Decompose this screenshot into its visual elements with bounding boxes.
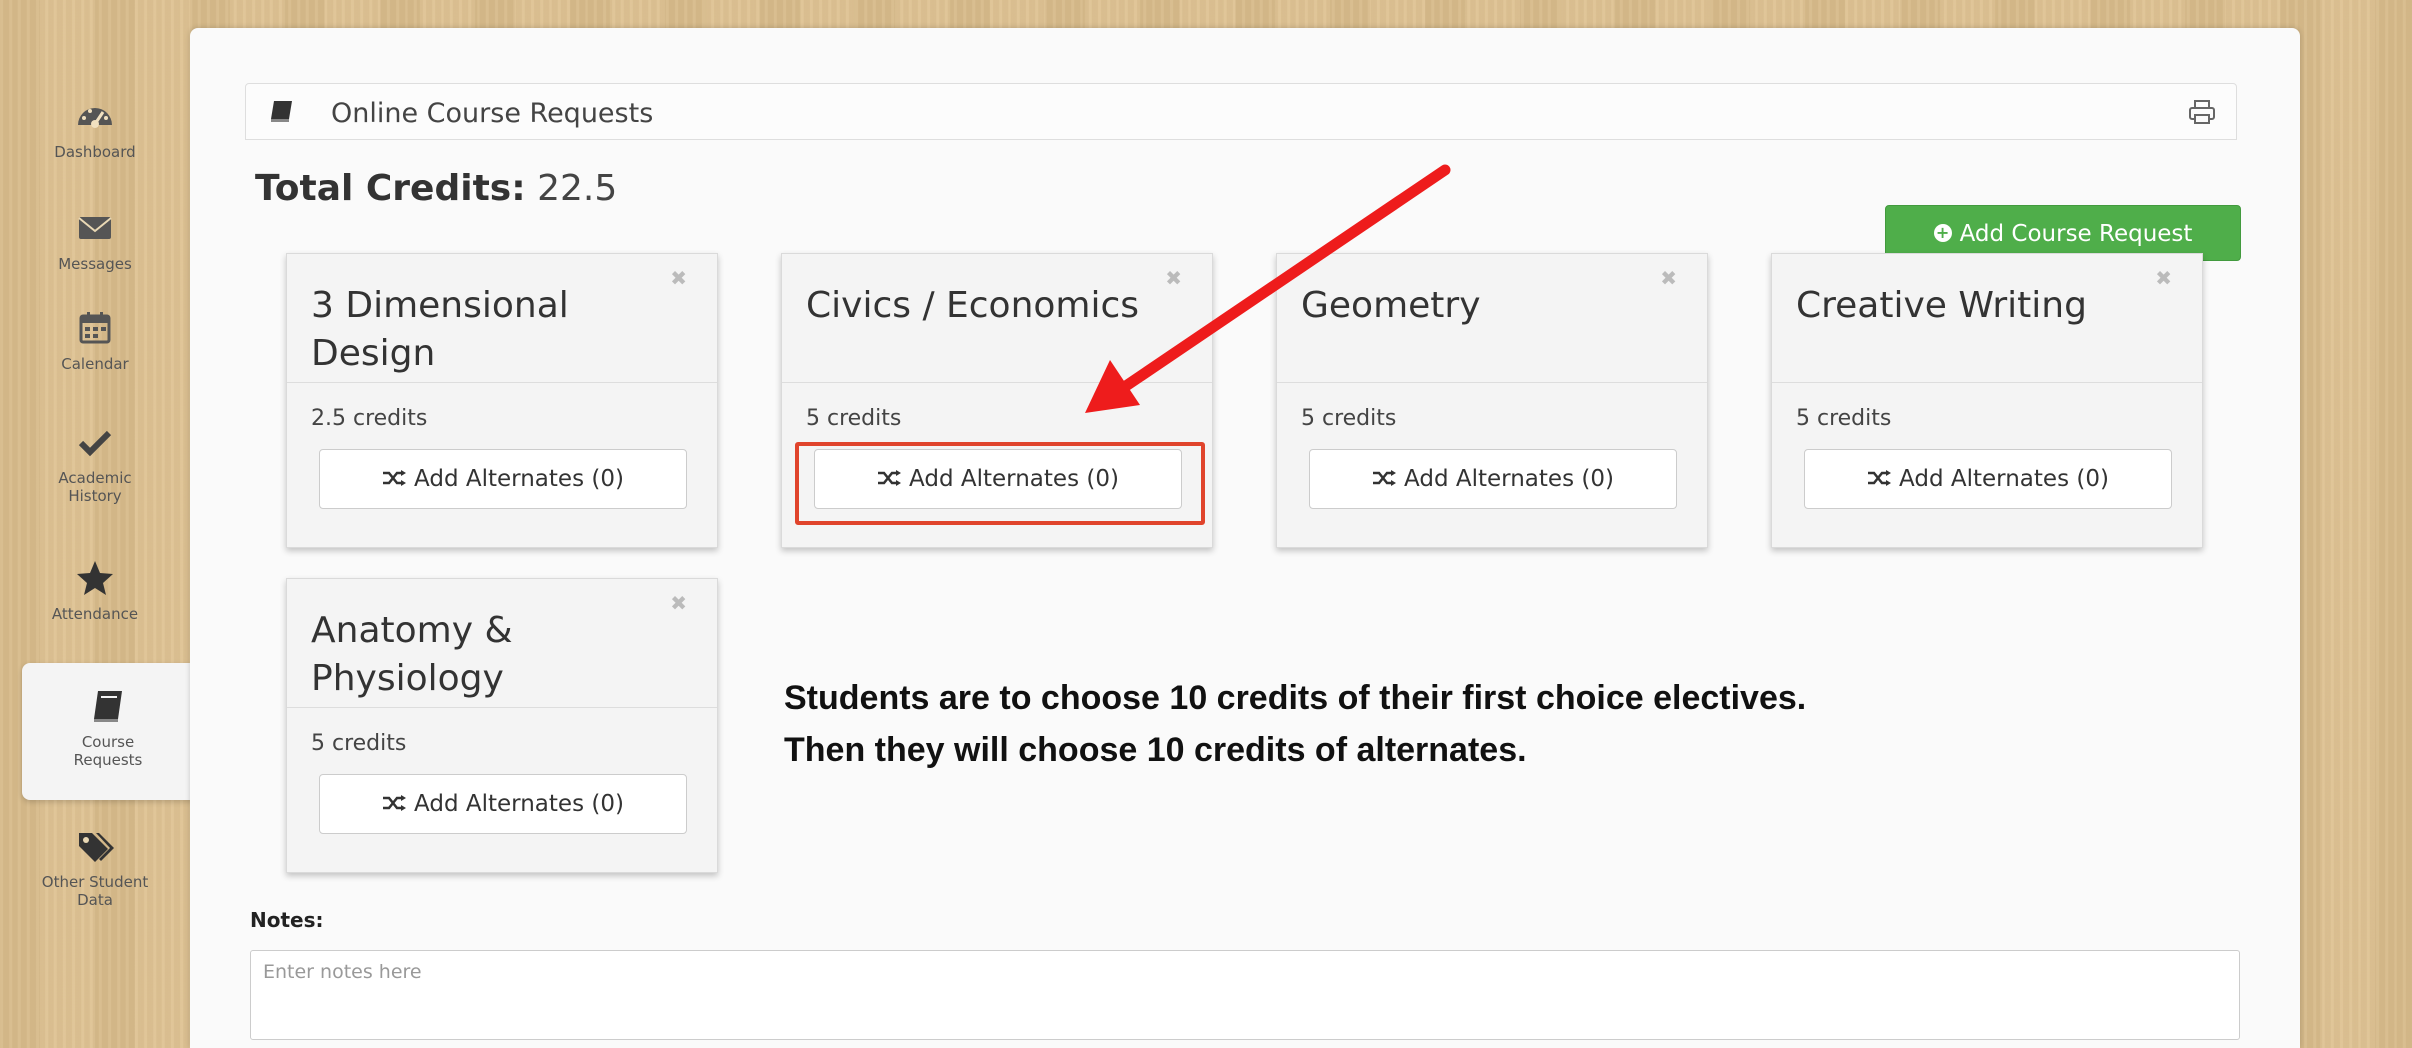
course-credits: 5 credits: [806, 406, 902, 431]
book-icon: [271, 101, 292, 122]
course-card: ✖ Geometry 5 credits Add Alternates (0): [1276, 253, 1708, 548]
add-alternates-label: Add Alternates (0): [1899, 466, 2109, 492]
page-title: Online Course Requests: [331, 98, 654, 129]
total-credits-label: Total Credits:: [255, 168, 526, 209]
sidebar-item-other-student-data[interactable]: Other Student Data: [0, 825, 190, 909]
close-icon[interactable]: ✖: [1165, 266, 1182, 290]
panel-header: Online Course Requests: [245, 83, 2237, 140]
calendar-icon: [79, 312, 111, 344]
dashboard-icon: [78, 108, 112, 128]
shuffle-icon: [1868, 469, 1892, 486]
tags-icon: [79, 833, 114, 862]
course-credits: 5 credits: [1796, 406, 1892, 431]
sidebar-item-label: Messages: [58, 255, 132, 273]
notes-label: Notes:: [250, 908, 324, 932]
course-card: ✖ Civics / Economics 5 credits Add Alter…: [781, 253, 1213, 548]
add-course-request-label: Add Course Request: [1959, 221, 2193, 247]
sidebar-item-attendance[interactable]: Attendance: [0, 557, 190, 623]
course-title: Anatomy & Physiology: [311, 610, 513, 699]
checkmark-icon: [78, 430, 112, 457]
card-divider: [1772, 382, 2202, 383]
course-credits: 5 credits: [1301, 406, 1397, 431]
add-alternates-label: Add Alternates (0): [1404, 466, 1614, 492]
close-icon[interactable]: ✖: [670, 591, 687, 615]
sidebar-item-label: Other Student Data: [41, 873, 149, 909]
envelope-icon: [78, 217, 112, 239]
book-icon: [94, 691, 122, 722]
sidebar-item-label: Calendar: [61, 355, 129, 373]
shuffle-icon: [383, 794, 407, 811]
shuffle-icon: [383, 469, 407, 486]
print-icon[interactable]: [2188, 99, 2216, 125]
course-credits: 2.5 credits: [311, 406, 428, 431]
sidebar-item-academic-history[interactable]: Academic History: [0, 421, 190, 505]
add-alternates-button[interactable]: Add Alternates (0): [1804, 449, 2172, 509]
sidebar-item-calendar[interactable]: Calendar: [0, 307, 190, 373]
add-alternates-button[interactable]: Add Alternates (0): [319, 774, 687, 834]
sidebar-item-label: Dashboard: [54, 143, 136, 161]
sidebar-item-messages[interactable]: Messages: [0, 207, 190, 273]
plus-circle-icon: +: [1933, 223, 1952, 242]
add-alternates-label: Add Alternates (0): [909, 466, 1119, 492]
close-icon[interactable]: ✖: [1660, 266, 1677, 290]
card-divider: [287, 707, 717, 708]
card-divider: [287, 382, 717, 383]
course-credits: 5 credits: [311, 731, 407, 756]
add-alternates-button[interactable]: Add Alternates (0): [1309, 449, 1677, 509]
course-title: Geometry: [1301, 285, 1481, 326]
sidebar-item-label: Course Requests: [73, 733, 143, 769]
close-icon[interactable]: ✖: [670, 266, 687, 290]
sidebar-item-course-requests[interactable]: Course Requests: [22, 663, 194, 800]
course-title: Civics / Economics: [806, 285, 1140, 326]
course-title: 3 Dimensional Design: [311, 285, 569, 374]
card-divider: [782, 382, 1212, 383]
shuffle-icon: [878, 469, 902, 486]
add-alternates-button[interactable]: Add Alternates (0): [814, 449, 1182, 509]
shuffle-icon: [1373, 469, 1397, 486]
course-card: ✖ Creative Writing 5 credits Add Alterna…: [1771, 253, 2203, 548]
star-icon: [77, 561, 113, 595]
course-card: ✖ Anatomy & Physiology 5 credits Add Alt…: [286, 578, 718, 873]
add-alternates-button[interactable]: Add Alternates (0): [319, 449, 687, 509]
sidebar-item-label: Attendance: [51, 605, 139, 623]
total-credits-value: 22.5: [537, 168, 618, 209]
annotation-line-2: Then they will choose 10 credits of alte…: [784, 731, 1527, 769]
course-card: ✖ 3 Dimensional Design 2.5 credits Add A…: [286, 253, 718, 548]
sidebar-item-label: Academic History: [58, 469, 132, 505]
course-title: Creative Writing: [1796, 285, 2087, 326]
sidebar-item-dashboard[interactable]: Dashboard: [0, 95, 190, 161]
notes-field[interactable]: [250, 950, 2240, 1040]
add-alternates-label: Add Alternates (0): [414, 466, 624, 492]
annotation-text: Students are to choose 10 credits of the…: [784, 672, 1806, 776]
card-divider: [1277, 382, 1707, 383]
close-icon[interactable]: ✖: [2155, 266, 2172, 290]
total-credits: Total Credits: 22.5: [255, 168, 617, 209]
add-alternates-label: Add Alternates (0): [414, 791, 624, 817]
annotation-line-1: Students are to choose 10 credits of the…: [784, 679, 1807, 717]
